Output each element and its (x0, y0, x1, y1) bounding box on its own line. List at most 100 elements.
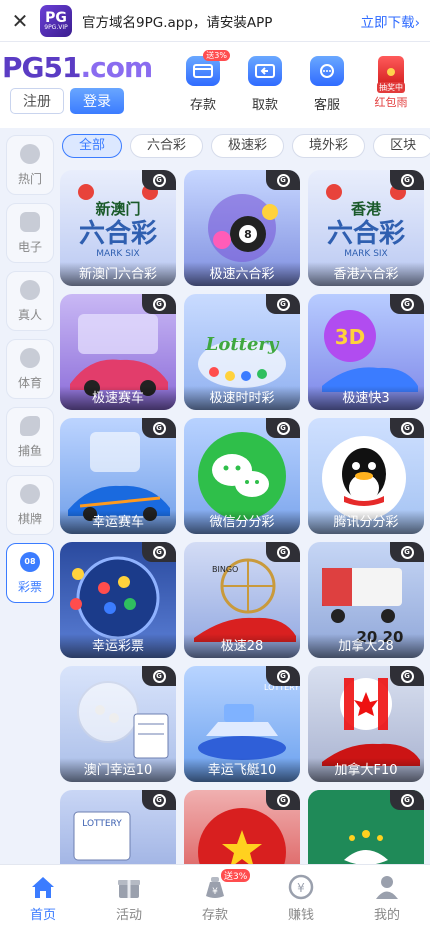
register-button[interactable]: 注册 (10, 88, 64, 114)
sidebar-label: 热门 (17, 171, 42, 186)
provider-g-icon: G (400, 545, 414, 559)
game-name: 香港六合彩 (308, 262, 424, 286)
tab-all[interactable]: 全部 (62, 134, 123, 158)
provider-g-icon: G (152, 793, 166, 807)
game-name: 极速时时彩 (184, 386, 300, 410)
game-name: 腾讯分分彩 (308, 510, 424, 534)
provider-badge: G (266, 542, 300, 562)
yen-coin-icon: ¥ (287, 874, 315, 900)
bottom-navigation: 首页 活动 ¥ 送3% 存款 ¥ 赚钱 我的 (0, 864, 430, 932)
game-card-lottery-racing[interactable]: LOTTERY G (60, 790, 176, 864)
close-icon[interactable]: ✕ (0, 9, 40, 33)
nav-label: 活动 (115, 908, 142, 923)
sidebar-label: 真人 (17, 307, 42, 322)
withdraw-label: 取款 (251, 98, 278, 113)
nav-deposit[interactable]: ¥ 送3% 存款 (172, 865, 258, 932)
game-name: 极速快3 (308, 386, 424, 410)
tab-blockchain[interactable]: 区块 (373, 134, 430, 158)
game-name: 澳门幸运10 (60, 758, 176, 782)
download-link[interactable]: 立即下载› (361, 11, 420, 31)
fish-icon (20, 415, 40, 436)
provider-g-icon: G (276, 545, 290, 559)
provider-badge: G (266, 418, 300, 438)
provider-badge: G (266, 170, 300, 190)
nav-activity[interactable]: 活动 (86, 865, 172, 932)
art-big: 六合彩 (79, 218, 157, 249)
game-card-speed-28[interactable]: BINGO G 极速28 (184, 542, 300, 658)
svg-text:3D: 3D (335, 325, 366, 349)
sidebar-item-sports[interactable]: 体育 (6, 339, 54, 399)
red-packet-label: 红包雨 (374, 96, 408, 109)
provider-g-icon: G (152, 669, 166, 683)
game-card-hk-mark-six[interactable]: 香港 六合彩 MARK SIX G 香港六合彩 (308, 170, 424, 286)
gift-icon (115, 874, 143, 900)
sidebar-item-slots[interactable]: 电子 (6, 203, 54, 263)
provider-g-icon: G (400, 297, 414, 311)
game-card-lucky-lottery[interactable]: G 幸运彩票 (60, 542, 176, 658)
provider-badge: G (142, 666, 176, 686)
site-logo[interactable]: PG51.com (2, 51, 153, 84)
provider-badge: G (142, 170, 176, 190)
deposit-shortcut[interactable]: 送3% 存款 (178, 50, 230, 113)
sidebar-item-live[interactable]: 真人 (6, 271, 54, 331)
login-button[interactable]: 登录 (70, 88, 124, 114)
red-packet-shortcut[interactable]: 抽奖中 红包雨 (366, 56, 416, 110)
tab-mark-six[interactable]: 六合彩 (130, 134, 204, 158)
deposit-label: 存款 (189, 98, 216, 113)
provider-badge: G (390, 294, 424, 314)
nav-earn[interactable]: ¥ 赚钱 (258, 865, 344, 932)
provider-g-icon: G (276, 297, 290, 311)
provider-badge: G (142, 294, 176, 314)
tab-overseas[interactable]: 境外彩 (292, 134, 366, 158)
sidebar-item-fishing[interactable]: 捕鱼 (6, 407, 54, 467)
sidebar-label: 电子 (17, 239, 42, 254)
sidebar-item-lottery[interactable]: 08 彩票 (6, 543, 54, 603)
nav-profile[interactable]: 我的 (344, 865, 430, 932)
provider-g-icon: G (152, 297, 166, 311)
game-card-canada-f10[interactable]: G 加拿大F10 (308, 666, 424, 782)
customer-service-shortcut[interactable]: 客服 (302, 56, 352, 113)
wallet-icon: 送3% (186, 50, 230, 86)
provider-g-icon: G (400, 669, 414, 683)
provider-g-icon: G (152, 173, 166, 187)
sidebar-item-cards[interactable]: 棋牌 (6, 475, 54, 535)
game-card-speed-ssc[interactable]: Lottery G 极速时时彩 (184, 294, 300, 410)
provider-g-icon: G (400, 173, 414, 187)
tab-speed-lottery[interactable]: 极速彩 (211, 134, 285, 158)
user-icon (373, 874, 401, 900)
app-download-banner: ✕ PG 9PG.VIP 官方域名9PG.app，请安装APP 立即下载› (0, 0, 430, 42)
sidebar-item-hot[interactable]: 热门 (6, 135, 54, 195)
nav-home[interactable]: 首页 (0, 865, 86, 932)
category-sidebar: 热门 电子 真人 体育 捕鱼 棋牌 08 彩票 (6, 135, 54, 611)
nav-label: 存款 (201, 908, 228, 923)
game-card-lucky-racing[interactable]: G 幸运赛车 (60, 418, 176, 534)
game-card-tencent-ffc[interactable]: G 腾讯分分彩 (308, 418, 424, 534)
game-card-macau-flag[interactable]: G (308, 790, 424, 864)
game-name: 微信分分彩 (184, 510, 300, 534)
game-card-lucky-airship-10[interactable]: LOTTERY G 幸运飞艇10 (184, 666, 300, 782)
provider-g-icon: G (276, 173, 290, 187)
game-card-macau-lucky-10[interactable]: G 澳门幸运10 (60, 666, 176, 782)
game-card-vietnam[interactable]: G (184, 790, 300, 864)
red-packet-tag: 抽奖中 (377, 82, 405, 93)
provider-g-icon: G (276, 669, 290, 683)
flame-icon (20, 143, 40, 164)
app-logo: PG 9PG.VIP (40, 4, 72, 37)
game-card-macau-mark-six[interactable]: 新澳门 六合彩 MARK SIX G 新澳门六合彩 (60, 170, 176, 286)
game-card-canada-28[interactable]: 20 20G加拿大28 (308, 542, 424, 658)
app-logo-domain: 9PG.VIP (44, 23, 68, 31)
logo-suffix: .com (80, 51, 153, 84)
art-big: 六合彩 (327, 218, 405, 249)
sidebar-label: 体育 (17, 375, 42, 390)
game-card-speed-mark-six[interactable]: 8 G 极速六合彩 (184, 170, 300, 286)
withdraw-shortcut[interactable]: 取款 (240, 56, 290, 113)
game-card-wechat-ffc[interactable]: G 微信分分彩 (184, 418, 300, 534)
app-logo-text: PG (45, 9, 67, 26)
game-card-speed-racing[interactable]: G 极速赛车 (60, 294, 176, 410)
provider-badge: G (390, 666, 424, 686)
game-name: 极速六合彩 (184, 262, 300, 286)
lottery-ball-icon: 08 (20, 551, 40, 572)
svg-text:BINGO: BINGO (212, 565, 238, 574)
svg-text:Lottery: Lottery (205, 334, 280, 355)
game-card-speed-k3[interactable]: 3D G 极速快3 (308, 294, 424, 410)
